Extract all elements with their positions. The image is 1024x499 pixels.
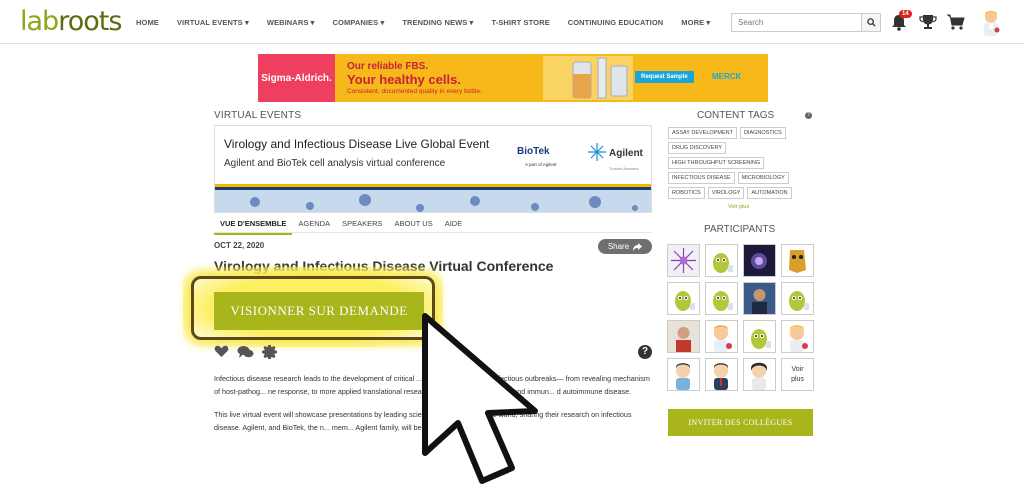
participant-avatar[interactable] — [705, 358, 738, 391]
participant-avatar[interactable] — [705, 320, 738, 353]
participant-avatar[interactable] — [667, 282, 700, 315]
participants-grid: Voir plus — [667, 244, 814, 391]
event-banner: Virology and Infectious Disease Live Glo… — [214, 125, 652, 213]
see-more-line-1: Voir — [791, 365, 804, 373]
participant-avatar[interactable] — [743, 320, 776, 353]
ad-lab-image — [543, 56, 633, 100]
agilent-sub: Trusted Answers — [609, 166, 639, 171]
mouse-cursor-icon — [422, 313, 538, 484]
user-avatar[interactable] — [978, 8, 1004, 36]
share-label: Share — [607, 242, 630, 251]
participants-title: PARTICIPANTS — [704, 224, 776, 235]
participant-avatar[interactable] — [743, 358, 776, 391]
event-title: Virology and Infectious Disease Live Glo… — [224, 137, 490, 151]
participant-avatar[interactable] — [743, 244, 776, 277]
event-subtitle: Agilent and BioTek cell analysis virtual… — [224, 158, 446, 169]
heart-icon[interactable] — [214, 345, 229, 358]
see-more-line-2: plus — [791, 375, 804, 383]
watch-on-demand-button[interactable]: VISIONNER SUR DEMANDE — [214, 292, 424, 330]
tag-robotics[interactable]: ROBOTICS — [668, 187, 705, 199]
flask-creature-avatar — [751, 329, 771, 349]
ad-banner[interactable]: Sigma-Aldrich. Our reliable FBS. Your he… — [258, 54, 768, 102]
notification-badge: 14 — [899, 10, 912, 18]
tag-microbiology[interactable]: MICROBIOLOGY — [737, 172, 789, 184]
invite-colleagues-button[interactable]: INVITER DES COLLÈGUES — [668, 409, 813, 436]
cartoon-scientist-avatar — [790, 325, 808, 352]
person-photo-avatar — [744, 283, 775, 314]
biotek-logo: BioTek — [517, 146, 550, 157]
tags-see-more-link[interactable]: Voir plus — [728, 204, 749, 210]
nav-home[interactable]: HOME — [136, 18, 159, 27]
ad-headline-1: Our reliable FBS. — [347, 61, 429, 72]
share-arrow-icon — [633, 242, 643, 251]
tags-help-icon[interactable]: ? — [805, 112, 812, 119]
agilent-spark-icon — [588, 143, 606, 161]
participant-avatar[interactable] — [781, 244, 814, 277]
search-button[interactable] — [861, 14, 880, 31]
agilent-logo: Agilent — [609, 148, 643, 159]
share-button[interactable]: Share — [598, 239, 652, 254]
participant-avatar[interactable] — [705, 282, 738, 315]
nav-virtual-events[interactable]: VIRTUAL EVENTS ▾ — [177, 18, 249, 27]
participant-avatar[interactable] — [667, 244, 700, 277]
event-date: OCT 22, 2020 — [214, 241, 265, 250]
flask-creature-avatar — [789, 291, 809, 311]
bird-mask-avatar — [789, 250, 806, 273]
participant-avatar[interactable] — [667, 320, 700, 353]
cart-icon[interactable] — [946, 12, 966, 32]
tabs-divider — [214, 232, 652, 233]
main-nav: HOME VIRTUAL EVENTS ▾ WEBINARS ▾ COMPANI… — [136, 18, 728, 27]
search-box — [731, 13, 881, 32]
virtual-events-title: VIRTUAL EVENTS — [214, 110, 302, 121]
cartoon-person-avatar — [676, 363, 690, 390]
cartoon-person-avatar — [750, 362, 768, 390]
trophy-icon[interactable] — [918, 12, 938, 32]
tag-assay-development[interactable]: ASSAY DEVELOPMENT — [668, 127, 737, 139]
cartoon-scientist-avatar — [714, 325, 732, 352]
nav-trending-news[interactable]: TRENDING NEWS ▾ — [402, 18, 473, 27]
tag-automation[interactable]: AUTOMATION — [747, 187, 792, 199]
flask-creature-avatar — [713, 291, 733, 311]
ad-tagline: Consistent, documented quality in every … — [347, 88, 482, 95]
cartoon-person-avatar — [714, 363, 728, 390]
nav-webinars[interactable]: WEBINARS ▾ — [267, 18, 315, 27]
ad-merck-logo: MERCK — [712, 72, 742, 81]
badge-seal-icon[interactable] — [262, 345, 277, 359]
person-photo-avatar — [668, 321, 699, 352]
labroots-logo[interactable]: labroots — [20, 6, 122, 37]
participant-avatar[interactable] — [781, 282, 814, 315]
nav-tshirt-store[interactable]: T-SHIRT STORE — [491, 18, 549, 27]
tag-high-throughput-screening[interactable]: HIGH THROUGHPUT SCREENING — [668, 157, 765, 169]
participant-avatar[interactable] — [743, 282, 776, 315]
flask-creature-avatar — [713, 253, 733, 273]
flask-creature-avatar — [675, 291, 695, 311]
comment-icon[interactable] — [237, 345, 254, 359]
space-photo-avatar — [744, 245, 775, 276]
social-actions — [214, 345, 277, 359]
ad-headline-2: Your healthy cells. — [347, 72, 461, 87]
tag-diagnostics[interactable]: DIAGNOSTICS — [739, 127, 786, 139]
ad-brand: Sigma-Aldrich. — [258, 54, 335, 102]
star-burst-avatar — [668, 245, 699, 276]
participants-see-more[interactable]: Voir plus — [781, 358, 814, 391]
ad-request-sample-button[interactable]: Request Sample — [635, 71, 694, 83]
biotek-sub: A part of Agilent — [525, 162, 557, 167]
content-tags: ASSAY DEVELOPMENT DIAGNOSTICS DRUG DISCO… — [668, 127, 816, 199]
tag-drug-discovery[interactable]: DRUG DISCOVERY — [668, 142, 727, 154]
search-input[interactable] — [732, 14, 862, 31]
participant-avatar[interactable] — [781, 320, 814, 353]
participant-avatar[interactable] — [705, 244, 738, 277]
nav-more[interactable]: MORE ▾ — [681, 18, 710, 27]
nav-continuing-education[interactable]: CONTINUING EDUCATION — [568, 18, 664, 27]
search-icon — [866, 18, 876, 27]
tag-infectious-disease[interactable]: INFECTIOUS DISEASE — [668, 172, 735, 184]
participant-avatar[interactable] — [667, 358, 700, 391]
tag-virology[interactable]: VIROLOGY — [707, 187, 745, 199]
help-icon[interactable]: ? — [638, 345, 652, 359]
content-tags-title: CONTENT TAGS — [697, 110, 775, 121]
top-header: labroots HOME VIRTUAL EVENTS ▾ WEBINARS … — [0, 0, 1024, 44]
nav-companies[interactable]: COMPANIES ▾ — [333, 18, 385, 27]
virus-banner-image — [215, 184, 651, 212]
